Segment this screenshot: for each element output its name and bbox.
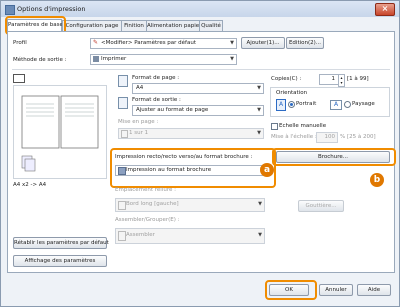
zoom-label: Mise à l'échelle :	[271, 134, 317, 140]
page-size-label: Format de page :	[132, 75, 180, 81]
copies-spinner-icon[interactable]: ▴ ▾	[338, 74, 345, 87]
chevron-down-icon: ▼	[257, 107, 261, 113]
orientation-label: Orientation	[276, 90, 308, 96]
booklet-icon	[118, 167, 126, 175]
tab-quality[interactable]: Qualité	[199, 20, 223, 31]
zoom-range: % [25 à 200]	[340, 134, 376, 140]
tab-finishing[interactable]: Finition	[121, 20, 147, 31]
add-profile-button[interactable]: Ajouter(1)...	[241, 37, 285, 49]
collate-icon	[118, 231, 126, 241]
output-size-icon	[118, 97, 128, 109]
cancel-button[interactable]: Annuler	[319, 284, 353, 296]
copies-range: [1 à 99]	[347, 76, 369, 82]
profile-label: Profil	[13, 40, 27, 46]
title-bar: Options d'impression ×	[1, 1, 399, 17]
profile-value: <Modifier> Paramètres par défaut	[101, 40, 197, 46]
output-size-label: Format de sortie :	[132, 97, 181, 103]
landscape-radio[interactable]	[344, 101, 351, 108]
page-size-icon	[118, 75, 128, 87]
print-options-window: Options d'impression × Paramètres de bas…	[0, 0, 400, 307]
portrait-label: Portrait	[296, 101, 317, 107]
callout-badge-a: a	[260, 163, 274, 177]
booklet-preview-icon	[21, 95, 99, 172]
brochure-button[interactable]: Brochure...	[276, 151, 390, 163]
landscape-icon: A	[330, 100, 342, 110]
collate-select[interactable]: Assembler ▼	[115, 228, 265, 244]
chevron-down-icon: ▼	[257, 85, 261, 91]
layout-value: 1 sur 1	[129, 130, 149, 136]
layout-select[interactable]: 1 sur 1 ▼	[118, 128, 264, 139]
display-settings-button[interactable]: Affichage des paramètres	[13, 255, 107, 267]
portrait-radio[interactable]	[288, 101, 295, 108]
manual-scaling-label: Echelle manuelle	[279, 123, 327, 129]
preview-caption: A4 x2 -> A4	[13, 182, 47, 188]
settings-panel: Profil ✎ <Modifier> Paramètres par défau…	[7, 31, 396, 273]
zoom-value: 100	[324, 134, 336, 140]
chevron-down-icon: ▼	[230, 40, 234, 46]
binding-icon	[118, 201, 126, 210]
output-size-select[interactable]: Ajuster au format de page ▼	[132, 105, 264, 116]
chevron-down-icon: ▼	[258, 201, 262, 207]
window-title: Options d'impression	[17, 5, 86, 13]
binding-value: Bord long [gauche]	[126, 201, 179, 207]
binding-select[interactable]: Bord long [gauche] ▼	[115, 198, 265, 212]
tab-paper-source[interactable]: Alimentation papier	[146, 20, 201, 31]
preview-area	[13, 85, 107, 179]
output-method-label: Méthode de sortie :	[13, 57, 67, 63]
page-size-select[interactable]: A4 ▼	[132, 83, 264, 94]
manual-scaling-checkbox[interactable]	[271, 123, 278, 130]
layout-label: Mise en page :	[118, 119, 159, 125]
binding-label: Emplacement reliure :	[115, 187, 176, 193]
duplex-label: Impression recto/recto verso/au format b…	[115, 154, 253, 160]
copies-input[interactable]: 1	[319, 74, 339, 85]
callout-badge-b: b	[370, 173, 384, 187]
restore-defaults-button[interactable]: Rétablir les paramètres par défaut	[13, 237, 109, 249]
printer-app-icon	[5, 5, 15, 15]
copies-value: 1	[331, 76, 336, 82]
output-method-select[interactable]: Imprimer ▼	[90, 54, 237, 65]
gutter-button[interactable]: Gouttière...	[298, 200, 344, 212]
divider	[12, 69, 390, 70]
page-size-value: A4	[136, 85, 144, 91]
landscape-label: Paysage	[352, 101, 375, 107]
collate-label: Assembler/Grouper(E) :	[115, 217, 180, 223]
chevron-down-icon: ▼	[258, 232, 262, 238]
chevron-down-icon: ▼	[257, 130, 261, 136]
zoom-input[interactable]: 100	[316, 132, 338, 143]
page-icon	[121, 130, 128, 138]
portrait-icon: A	[276, 99, 286, 111]
preview-toggle-icon[interactable]	[13, 74, 25, 83]
collate-value: Assembler	[126, 232, 155, 238]
printer-icon	[93, 56, 99, 62]
duplex-select[interactable]: Impression au format brochure ▼	[115, 165, 267, 176]
ok-button[interactable]: OK	[269, 284, 309, 296]
edit-profile-button[interactable]: Edition(2)...	[286, 37, 324, 49]
profile-select[interactable]: ✎ <Modifier> Paramètres par défaut ▼	[90, 38, 237, 49]
copies-label: Copies(C) :	[271, 76, 302, 82]
help-button[interactable]: Aide	[357, 284, 391, 296]
output-method-value: Imprimer	[101, 56, 127, 62]
pencil-icon: ✎	[93, 39, 99, 46]
chevron-down-icon: ▼	[230, 56, 234, 62]
tab-page-setup[interactable]: Configuration page	[62, 20, 122, 31]
output-size-value: Ajuster au format de page	[136, 107, 209, 113]
close-icon[interactable]: ×	[375, 3, 395, 16]
duplex-value: Impression au format brochure	[126, 167, 212, 173]
